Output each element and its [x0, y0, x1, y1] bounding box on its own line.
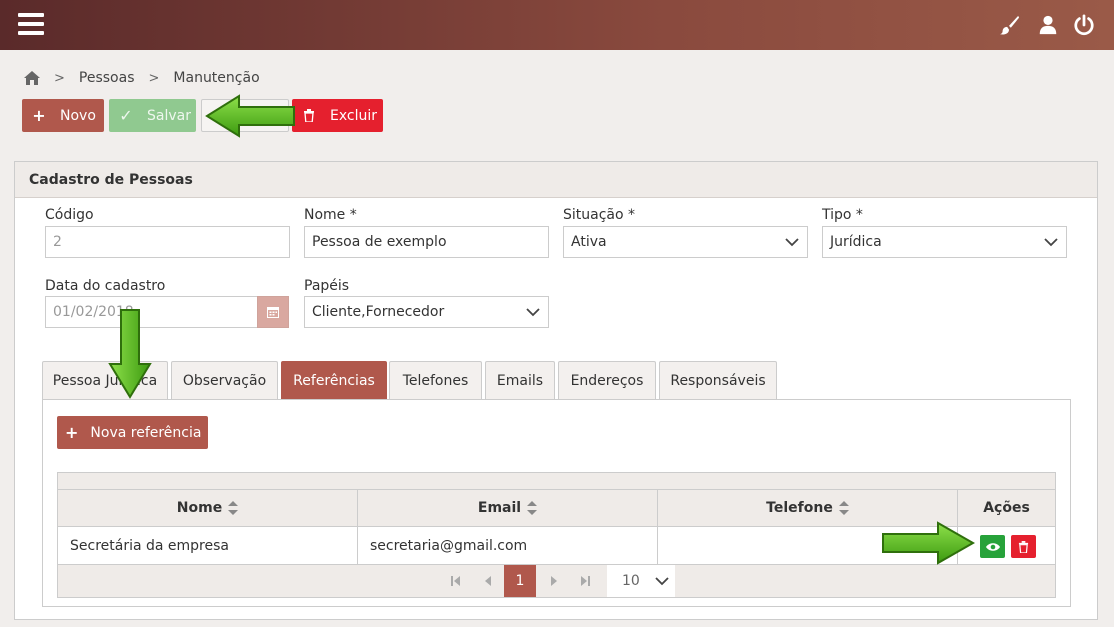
- trash-icon: [1018, 540, 1029, 553]
- tab-telefones[interactable]: Telefones: [389, 361, 482, 399]
- tab-referencias[interactable]: Referências: [281, 361, 387, 399]
- annotation-arrow-right-icon: [882, 521, 976, 565]
- breadcrumb: > Pessoas > Manutenção: [24, 67, 260, 89]
- data-cadastro-label: Data do cadastro: [45, 278, 166, 294]
- papeis-select[interactable]: Cliente,Fornecedor: [304, 296, 549, 328]
- user-icon[interactable]: [1037, 14, 1059, 36]
- tab-observacao[interactable]: Observação: [171, 361, 278, 399]
- chevron-down-icon: [785, 238, 799, 247]
- last-page-icon[interactable]: [570, 565, 600, 597]
- breadcrumb-item-pessoas[interactable]: Pessoas: [79, 70, 135, 86]
- nome-label: Nome *: [304, 207, 357, 223]
- excluir-button[interactable]: Excluir: [292, 99, 383, 132]
- annotation-arrow-down-icon: [108, 309, 152, 399]
- salvar-button[interactable]: ✓ Salvar: [109, 99, 196, 132]
- sort-icon: [228, 501, 239, 515]
- sort-icon: [527, 501, 538, 515]
- page-size-select[interactable]: 10: [607, 565, 675, 597]
- panel-title: Cadastro de Pessoas: [15, 162, 1097, 198]
- tab-emails[interactable]: Emails: [485, 361, 555, 399]
- next-page-icon[interactable]: [539, 565, 569, 597]
- check-icon: ✓: [119, 106, 133, 125]
- column-header-nome[interactable]: Nome: [58, 490, 358, 526]
- chevron-right-icon: >: [148, 70, 160, 86]
- top-bar: [0, 0, 1114, 50]
- eye-icon: [985, 542, 1000, 551]
- plus-icon: +: [65, 423, 79, 442]
- sort-icon: [838, 501, 849, 515]
- cell-nome: Secretária da empresa: [58, 527, 358, 564]
- papeis-label: Papéis: [304, 278, 350, 294]
- plus-icon: +: [32, 106, 46, 125]
- tab-enderecos[interactable]: Endereços: [558, 361, 656, 399]
- situacao-label: Situação *: [563, 207, 636, 223]
- view-button[interactable]: [980, 535, 1005, 558]
- codigo-field[interactable]: 2: [45, 226, 290, 258]
- previous-page-icon[interactable]: [472, 565, 502, 597]
- first-page-icon[interactable]: [440, 565, 470, 597]
- trash-icon: [304, 109, 314, 122]
- calendar-icon: [267, 307, 279, 318]
- codigo-label: Código: [45, 207, 94, 223]
- tipo-label: Tipo *: [822, 207, 863, 223]
- tipo-select[interactable]: Jurídica: [822, 226, 1067, 258]
- hamburger-menu-icon[interactable]: [18, 13, 44, 35]
- chevron-down-icon: [526, 308, 540, 317]
- novo-button[interactable]: + Novo: [22, 99, 104, 132]
- cell-email: secretaria@gmail.com: [358, 527, 658, 564]
- power-icon[interactable]: [1073, 14, 1095, 36]
- annotation-arrow-left-icon: [205, 94, 295, 138]
- paintbrush-icon[interactable]: [998, 14, 1020, 36]
- nova-referencia-button[interactable]: + Nova referência: [57, 416, 208, 449]
- column-header-email[interactable]: Email: [358, 490, 658, 526]
- delete-button[interactable]: [1011, 535, 1036, 558]
- home-icon[interactable]: [24, 71, 40, 85]
- chevron-right-icon: >: [54, 70, 65, 86]
- page-number[interactable]: 1: [504, 565, 536, 597]
- nome-field[interactable]: Pessoa de exemplo: [304, 226, 549, 258]
- chevron-down-icon: [1044, 238, 1058, 247]
- tab-responsaveis[interactable]: Responsáveis: [659, 361, 777, 399]
- chevron-down-icon: [655, 577, 669, 586]
- calendar-button[interactable]: [257, 296, 289, 328]
- situacao-select[interactable]: Ativa: [563, 226, 808, 258]
- pagination: 1 10: [58, 565, 1055, 597]
- breadcrumb-item-manutencao: Manutenção: [173, 70, 260, 86]
